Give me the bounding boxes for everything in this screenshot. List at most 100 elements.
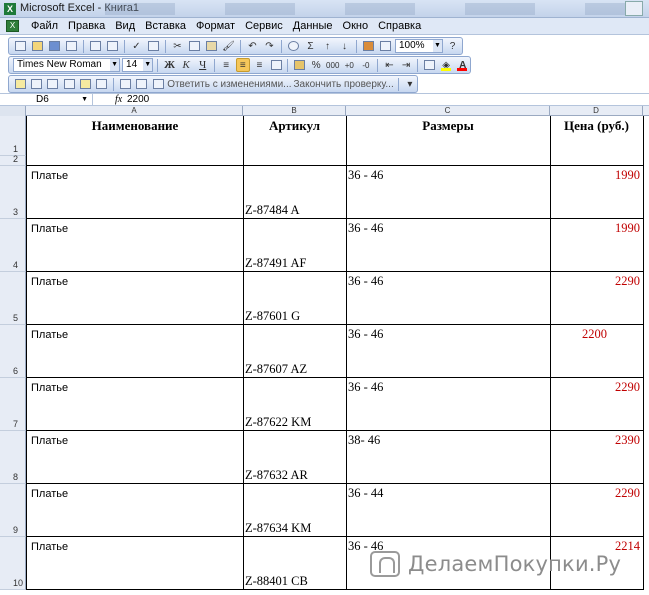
window-close-button[interactable] xyxy=(625,1,643,16)
row-header[interactable]: 3 xyxy=(0,166,26,219)
currency-icon[interactable] xyxy=(292,58,307,72)
row-header-2[interactable]: 2 xyxy=(0,154,26,166)
cut-icon[interactable]: ✂ xyxy=(170,39,185,53)
formula-input[interactable]: 2200 xyxy=(127,94,149,106)
open-folder-icon[interactable] xyxy=(30,39,45,53)
price-cell[interactable]: 2200 xyxy=(550,325,644,378)
column-header-b[interactable]: B xyxy=(243,106,346,116)
create-task-icon[interactable] xyxy=(118,77,132,91)
product-name-cell[interactable]: Платье xyxy=(26,378,244,431)
drawing-icon[interactable] xyxy=(378,39,393,53)
select-all-corner[interactable] xyxy=(0,106,26,116)
product-name-cell[interactable]: Платье xyxy=(26,431,244,484)
bold-button[interactable]: Ж xyxy=(162,58,177,72)
row-header[interactable]: 4 xyxy=(0,219,26,272)
send-mail-icon[interactable] xyxy=(134,77,148,91)
delete-comment-icon[interactable] xyxy=(95,77,109,91)
help-icon[interactable]: ? xyxy=(445,39,460,53)
menu-file[interactable]: Файл xyxy=(26,20,63,33)
spelling-icon[interactable]: ✓ xyxy=(129,39,144,53)
print-preview-icon[interactable] xyxy=(105,39,120,53)
merge-center-icon[interactable] xyxy=(269,58,284,72)
row-header[interactable]: 5 xyxy=(0,272,26,325)
header-name-cell[interactable]: Наименование xyxy=(26,116,244,166)
price-cell[interactable]: 1990 xyxy=(550,166,644,219)
underline-button[interactable]: Ч xyxy=(195,58,210,72)
product-name-cell[interactable]: Платье xyxy=(26,272,244,325)
product-name-cell[interactable]: Платье xyxy=(26,484,244,537)
paste-icon[interactable] xyxy=(204,39,219,53)
header-price-cell[interactable]: Цена (руб.) xyxy=(550,116,644,166)
article-cell[interactable]: Z-87634 KM xyxy=(243,484,347,537)
decrease-decimal-icon[interactable]: -0 xyxy=(359,58,374,72)
sort-ascending-icon[interactable]: ↑ xyxy=(320,39,335,53)
menu-format[interactable]: Формат xyxy=(191,20,240,33)
increase-decimal-icon[interactable]: +0 xyxy=(342,58,357,72)
name-box[interactable]: D6 ▼ xyxy=(8,94,93,106)
column-header-a[interactable]: A xyxy=(26,106,243,116)
new-comment-icon[interactable] xyxy=(13,77,27,91)
align-right-icon[interactable]: ≡ xyxy=(252,58,267,72)
article-cell[interactable]: Z-88401 CB xyxy=(243,537,347,590)
increase-indent-icon[interactable]: ⇥ xyxy=(399,58,414,72)
redo-icon[interactable]: ↷ xyxy=(262,39,277,53)
menu-help[interactable]: Справка xyxy=(373,20,426,33)
product-name-cell[interactable]: Платье xyxy=(26,325,244,378)
article-cell[interactable]: Z-87632 AR xyxy=(243,431,347,484)
menu-view[interactable]: Вид xyxy=(110,20,140,33)
undo-icon[interactable]: ↶ xyxy=(245,39,260,53)
menu-edit[interactable]: Правка xyxy=(63,20,110,33)
price-cell[interactable]: 2290 xyxy=(550,272,644,325)
article-cell[interactable]: Z-87622 KM xyxy=(243,378,347,431)
row-header-1[interactable]: 1 xyxy=(0,116,26,156)
new-document-icon[interactable] xyxy=(13,39,28,53)
column-header-c[interactable]: C xyxy=(346,106,550,116)
workbook-icon[interactable]: X xyxy=(6,20,19,32)
row-header[interactable]: 7 xyxy=(0,378,26,431)
product-name-cell[interactable]: Платье xyxy=(26,166,244,219)
hyperlink-icon[interactable] xyxy=(286,39,301,53)
reply-with-changes-button[interactable]: Ответить с изменениями... xyxy=(167,79,291,90)
toolbar-options-icon[interactable]: ▾ xyxy=(403,77,417,91)
font-size-select[interactable]: 14 ▼ xyxy=(122,58,154,72)
sizes-cell[interactable]: 36 - 44 xyxy=(346,484,551,537)
sizes-cell[interactable]: 38- 46 xyxy=(346,431,551,484)
price-cell[interactable]: 2290 xyxy=(550,378,644,431)
sizes-cell[interactable]: 36 - 46 xyxy=(346,378,551,431)
permission-icon[interactable] xyxy=(64,39,79,53)
price-cell[interactable]: 1990 xyxy=(550,219,644,272)
reply-icon[interactable] xyxy=(151,77,165,91)
sort-descending-icon[interactable]: ↓ xyxy=(337,39,352,53)
chart-wizard-icon[interactable] xyxy=(361,39,376,53)
article-cell[interactable]: Z-87607 AZ xyxy=(243,325,347,378)
price-cell[interactable]: 2290 xyxy=(550,484,644,537)
article-cell[interactable]: Z-87601 G xyxy=(243,272,347,325)
price-cell[interactable]: 2390 xyxy=(550,431,644,484)
column-header-d[interactable]: D xyxy=(550,106,643,116)
copy-icon[interactable] xyxy=(187,39,202,53)
article-cell[interactable]: Z-87491 AF xyxy=(243,219,347,272)
header-article-cell[interactable]: Артикул xyxy=(243,116,347,166)
sizes-cell[interactable]: 36 - 46 xyxy=(346,219,551,272)
row-header[interactable]: 6 xyxy=(0,325,26,378)
menu-insert[interactable]: Вставка xyxy=(140,20,191,33)
zoom-select[interactable]: 100% ▼ xyxy=(395,39,443,53)
menu-window[interactable]: Окно xyxy=(338,20,374,33)
align-center-icon[interactable]: ≡ xyxy=(235,58,251,72)
format-painter-icon[interactable]: 🖌 xyxy=(221,39,236,53)
header-sizes-cell[interactable]: Размеры xyxy=(346,116,551,166)
article-cell[interactable]: Z-87484 A xyxy=(243,166,347,219)
print-icon[interactable] xyxy=(88,39,103,53)
row-header[interactable]: 10 xyxy=(0,537,26,590)
menu-data[interactable]: Данные xyxy=(288,20,338,33)
percent-button[interactable]: % xyxy=(309,58,324,72)
fill-color-icon[interactable]: ◈ xyxy=(439,58,454,72)
align-left-icon[interactable]: ≡ xyxy=(219,58,234,72)
decrease-indent-icon[interactable]: ⇤ xyxy=(382,58,397,72)
font-name-select[interactable]: Times New Roman ▼ xyxy=(13,58,121,72)
italic-button[interactable]: К xyxy=(179,58,194,72)
menu-tools[interactable]: Сервис xyxy=(240,20,288,33)
end-review-button[interactable]: Закончить проверку... xyxy=(294,79,394,90)
product-name-cell[interactable]: Платье xyxy=(26,537,244,590)
sizes-cell[interactable]: 36 - 46 xyxy=(346,166,551,219)
